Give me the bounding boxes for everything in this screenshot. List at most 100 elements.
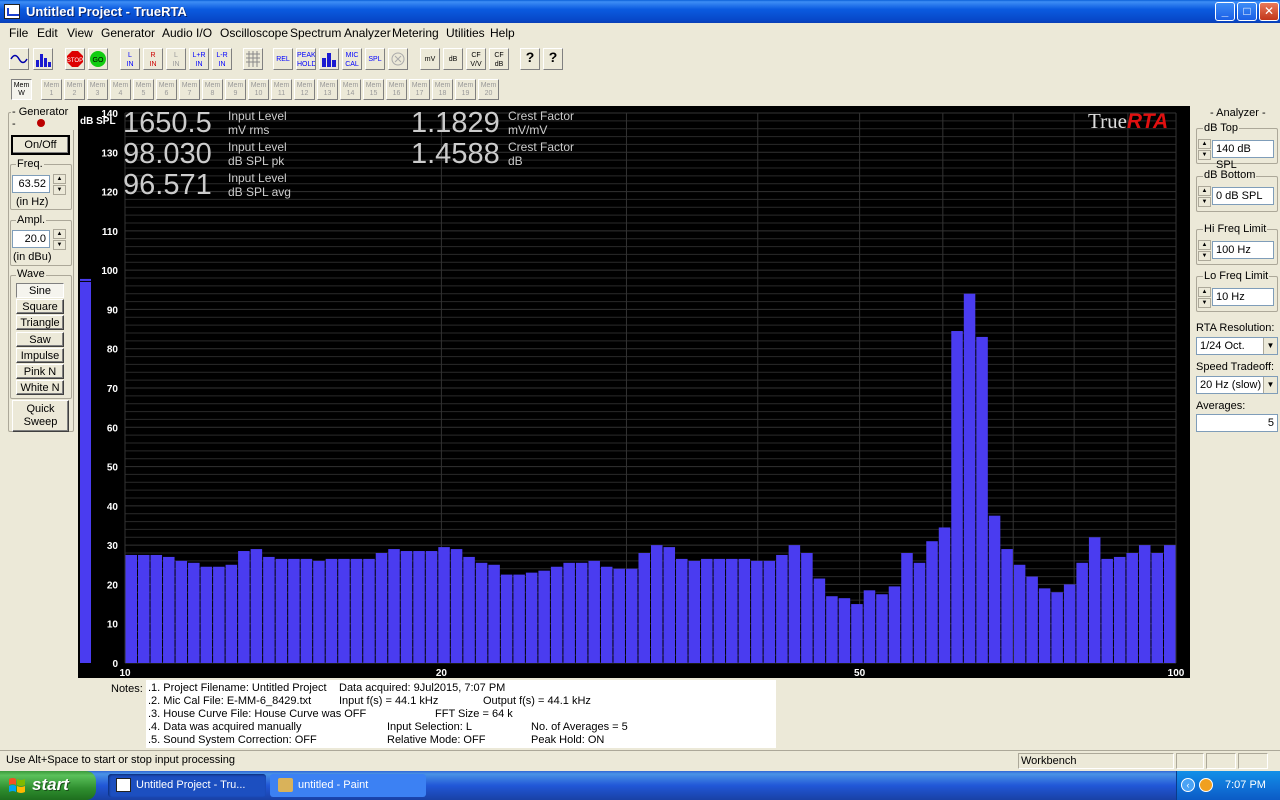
- spectrum-bar: [125, 554, 138, 663]
- mem-4-button[interactable]: Mem 4: [110, 79, 131, 100]
- ampl-up-icon[interactable]: ▲: [53, 229, 66, 239]
- mem-19-button[interactable]: Mem 19: [455, 79, 476, 100]
- menu-utilities[interactable]: Utilities: [446, 26, 485, 40]
- lo-freq-up-icon[interactable]: ▲: [1198, 287, 1211, 297]
- maximize-button[interactable]: □: [1237, 2, 1257, 21]
- mem-7-button[interactable]: Mem 7: [179, 79, 200, 100]
- ampl-down-icon[interactable]: ▼: [53, 240, 66, 250]
- wave-white-noise-button[interactable]: White N: [16, 380, 64, 395]
- menu-spectrum-analyzer[interactable]: Spectrum Analyzer: [290, 26, 391, 40]
- freq-input[interactable]: 63.52: [12, 175, 50, 193]
- tray-app-icon[interactable]: [1199, 778, 1213, 792]
- mem-15-button[interactable]: Mem 15: [363, 79, 384, 100]
- menu-view[interactable]: View: [67, 26, 93, 40]
- mem-9-button[interactable]: Mem 9: [225, 79, 246, 100]
- db-bottom-input[interactable]: 0 dB SPL: [1212, 187, 1274, 205]
- db-top-up-icon[interactable]: ▲: [1198, 139, 1211, 149]
- l-plus-r-input-button[interactable]: L+R IN: [189, 48, 209, 70]
- mem-2-button[interactable]: Mem 2: [64, 79, 85, 100]
- bar-graph-icon[interactable]: [319, 48, 339, 70]
- wave-square-button[interactable]: Square: [16, 299, 64, 314]
- menu-audio-io[interactable]: Audio I/O: [162, 26, 212, 40]
- mem-w-button[interactable]: Mem W: [11, 79, 32, 100]
- mem-prefix: Mem: [388, 82, 405, 89]
- peak-hold-button[interactable]: PEAK HOLD: [296, 48, 316, 70]
- mic-cal-button[interactable]: MIC CAL: [342, 48, 362, 70]
- freq-down-icon[interactable]: ▼: [53, 185, 66, 195]
- mem-13-button[interactable]: Mem 13: [317, 79, 338, 100]
- chevron-down-icon[interactable]: ▼: [1263, 338, 1277, 354]
- title-bar[interactable]: Untitled Project - TrueRTA _ □ ✕: [0, 0, 1280, 23]
- taskbar-item-truerta[interactable]: Untitled Project - Tru...: [108, 774, 266, 797]
- menu-help[interactable]: Help: [490, 26, 515, 40]
- spectrum-chart[interactable]: 0 10 20 30 40 50 60 70 80 90 100 110 120 130 140 dB SPL…: [78, 106, 1190, 678]
- averages-input[interactable]: 5: [1196, 414, 1278, 432]
- db-bottom-down-icon[interactable]: ▼: [1198, 197, 1211, 207]
- db-units-button[interactable]: dB: [443, 48, 463, 70]
- app-icon[interactable]: [4, 4, 20, 19]
- menu-generator[interactable]: Generator: [101, 26, 155, 40]
- help-button[interactable]: ?: [520, 48, 540, 70]
- ampl-input[interactable]: 20.0: [12, 230, 50, 248]
- lo-freq-down-icon[interactable]: ▼: [1198, 298, 1211, 308]
- wave-sine-button[interactable]: Sine: [16, 283, 64, 298]
- hi-freq-down-icon[interactable]: ▼: [1198, 251, 1211, 261]
- db-bottom-up-icon[interactable]: ▲: [1198, 186, 1211, 196]
- minimize-button[interactable]: _: [1215, 2, 1235, 21]
- left-input-button[interactable]: L IN: [120, 48, 140, 70]
- quick-sweep-button[interactable]: Quick Sweep: [12, 400, 69, 432]
- generator-on-off-button[interactable]: On/Off: [11, 135, 70, 155]
- analyzer-panel: - Analyzer - dB Top ▲ ▼ 140 dB SPL dB Bo…: [1194, 106, 1280, 436]
- spectrum-analyzer-icon[interactable]: [33, 48, 53, 70]
- context-help-button[interactable]: ?: [543, 48, 563, 70]
- close-button[interactable]: ✕: [1259, 2, 1279, 21]
- menu-file[interactable]: File: [9, 26, 28, 40]
- mem-17-button[interactable]: Mem 17: [409, 79, 430, 100]
- db-top-down-icon[interactable]: ▼: [1198, 150, 1211, 160]
- go-icon[interactable]: GO: [88, 48, 108, 70]
- wave-pink-noise-button[interactable]: Pink N: [16, 364, 64, 379]
- l-minus-r-input-button[interactable]: L-R IN: [212, 48, 232, 70]
- start-button[interactable]: start: [0, 771, 96, 800]
- wave-impulse-button[interactable]: Impulse: [16, 348, 64, 363]
- spl-button[interactable]: SPL: [365, 48, 385, 70]
- generator-waveform-icon[interactable]: [9, 48, 29, 70]
- stop-icon[interactable]: STOP: [65, 48, 85, 70]
- mem-18-button[interactable]: Mem 18: [432, 79, 453, 100]
- lo-freq-input[interactable]: 10 Hz: [1212, 288, 1274, 306]
- hi-freq-input[interactable]: 100 Hz: [1212, 241, 1274, 259]
- menu-metering[interactable]: Metering: [392, 26, 439, 40]
- freq-up-icon[interactable]: ▲: [53, 174, 66, 184]
- tray-expand-icon[interactable]: ‹: [1181, 778, 1195, 792]
- mem-14-button[interactable]: Mem 14: [340, 79, 361, 100]
- mem-20-button[interactable]: Mem 20: [478, 79, 499, 100]
- wave-saw-button[interactable]: Saw: [16, 332, 64, 347]
- left-input-alt-button[interactable]: L IN: [166, 48, 186, 70]
- grid-icon[interactable]: [243, 48, 263, 70]
- mem-11-button[interactable]: Mem 11: [271, 79, 292, 100]
- mv-units-button[interactable]: mV: [420, 48, 440, 70]
- mem-16-button[interactable]: Mem 16: [386, 79, 407, 100]
- chevron-down-icon[interactable]: ▼: [1263, 377, 1277, 393]
- rta-resolution-select[interactable]: 1/24 Oct. ▼: [1196, 337, 1278, 355]
- menu-edit[interactable]: Edit: [37, 26, 58, 40]
- mem-12-button[interactable]: Mem 12: [294, 79, 315, 100]
- relative-mode-button[interactable]: REL: [273, 48, 293, 70]
- taskbar-item-paint[interactable]: untitled - Paint: [270, 774, 426, 797]
- y-tick-label: 110: [102, 227, 119, 238]
- hi-freq-up-icon[interactable]: ▲: [1198, 240, 1211, 250]
- mem-10-button[interactable]: Mem 10: [248, 79, 269, 100]
- mem-3-button[interactable]: Mem 3: [87, 79, 108, 100]
- clear-icon[interactable]: [388, 48, 408, 70]
- mem-6-button[interactable]: Mem 6: [156, 79, 177, 100]
- mem-1-button[interactable]: Mem 1: [41, 79, 62, 100]
- right-input-button[interactable]: R IN: [143, 48, 163, 70]
- crest-factor-vv-button[interactable]: CF V/V: [466, 48, 486, 70]
- speed-tradeoff-select[interactable]: 20 Hz (slow) ▼: [1196, 376, 1278, 394]
- wave-triangle-button[interactable]: Triangle: [16, 315, 64, 330]
- db-top-input[interactable]: 140 dB SPL: [1212, 140, 1274, 171]
- menu-oscilloscope[interactable]: Oscilloscope: [220, 26, 288, 40]
- mem-5-button[interactable]: Mem 5: [133, 79, 154, 100]
- crest-factor-db-button[interactable]: CF dB: [489, 48, 509, 70]
- mem-8-button[interactable]: Mem 8: [202, 79, 223, 100]
